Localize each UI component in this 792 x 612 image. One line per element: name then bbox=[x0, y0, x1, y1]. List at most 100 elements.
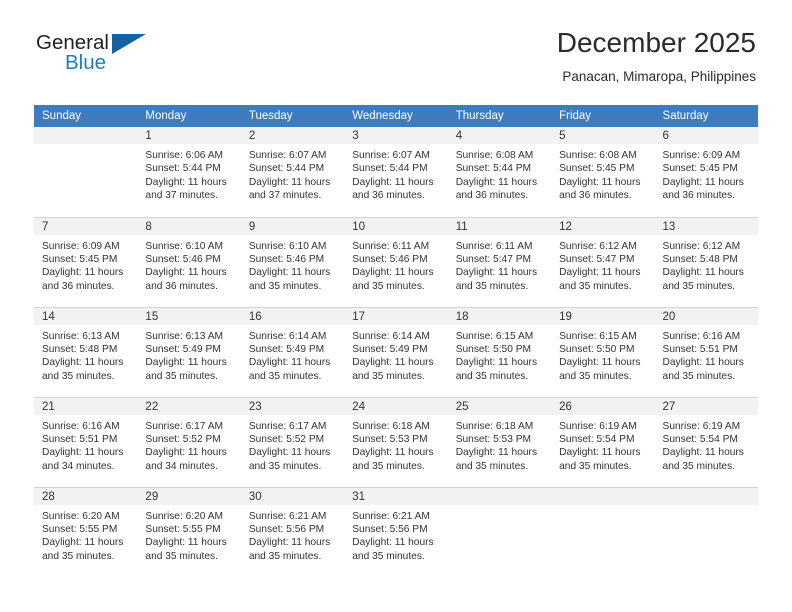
sunset-time: Sunset: 5:54 PM bbox=[662, 433, 738, 445]
calendar-day-cell[interactable]: 19 Sunrise: 6:15 AM Sunset: 5:50 PM Dayligh… bbox=[551, 306, 655, 397]
day-sun-info: Sunrise: 6:13 AM Sunset: 5:49 PM Daylight:… bbox=[137, 325, 240, 384]
daylight-duration-line2: and 37 minutes. bbox=[145, 190, 218, 202]
calendar-day-cell[interactable]: 23 Sunrise: 6:17 AM Sunset: 5:52 PM Dayligh… bbox=[240, 396, 345, 487]
calendar-day-cell[interactable]: 20 Sunrise: 6:16 AM Sunset: 5:51 PM Dayligh… bbox=[654, 306, 758, 397]
daylight-duration-line1: Daylight: 11 hours bbox=[662, 176, 744, 188]
calendar-day-cell[interactable]: 9 Sunrise: 6:10 AM Sunset: 5:46 PM Daylight… bbox=[240, 216, 345, 307]
weekday-header-monday: Monday bbox=[137, 105, 241, 127]
daylight-duration-line1: Daylight: 11 hours bbox=[455, 357, 538, 369]
calendar-day-cell[interactable]: 4 Sunrise: 6:08 AM Sunset: 5:44 PM Daylight… bbox=[447, 127, 552, 217]
day-number: 1 bbox=[137, 127, 241, 144]
day-sun-info: Sunrise: 6:20 AM Sunset: 5:55 PM Daylight:… bbox=[34, 505, 137, 564]
calendar-day-cell[interactable]: 27 Sunrise: 6:19 AM Sunset: 5:54 PM Dayligh… bbox=[654, 396, 758, 487]
sunset-time: Sunset: 5:51 PM bbox=[42, 433, 118, 445]
daylight-duration-line1: Daylight: 11 hours bbox=[559, 176, 641, 188]
day-number: 23 bbox=[240, 397, 345, 415]
sunrise-time: Sunrise: 6:13 AM bbox=[42, 330, 120, 342]
logo-triangle-icon bbox=[112, 34, 146, 54]
calendar-day-cell[interactable]: 14 Sunrise: 6:13 AM Sunset: 5:48 PM Dayligh… bbox=[34, 306, 138, 397]
day-number: 4 bbox=[447, 127, 552, 144]
day-number: 2 bbox=[240, 127, 345, 144]
daylight-duration-line1: Daylight: 11 hours bbox=[662, 357, 744, 369]
calendar-day-cell[interactable]: 1 Sunrise: 6:06 AM Sunset: 5:44 PM Daylight… bbox=[137, 127, 241, 217]
day-number: 7 bbox=[34, 217, 138, 235]
sunset-time: Sunset: 5:48 PM bbox=[42, 343, 118, 355]
calendar-day-cell[interactable]: 16 Sunrise: 6:14 AM Sunset: 5:49 PM Dayligh… bbox=[240, 306, 345, 397]
daylight-duration-line2: and 34 minutes. bbox=[42, 460, 115, 472]
sunset-time: Sunset: 5:49 PM bbox=[248, 343, 325, 355]
daylight-duration-line2: and 35 minutes. bbox=[145, 550, 218, 562]
daylight-duration-line1: Daylight: 11 hours bbox=[248, 537, 331, 549]
daylight-duration-line2: and 35 minutes. bbox=[559, 370, 632, 382]
calendar-day-cell[interactable]: 24 Sunrise: 6:18 AM Sunset: 5:53 PM Dayligh… bbox=[344, 396, 448, 487]
sunrise-time: Sunrise: 6:20 AM bbox=[42, 510, 120, 522]
calendar-day-cell[interactable]: 18 Sunrise: 6:15 AM Sunset: 5:50 PM Dayligh… bbox=[447, 306, 552, 397]
day-number: 11 bbox=[447, 217, 552, 235]
day-sun-info: Sunrise: 6:19 AM Sunset: 5:54 PM Daylight:… bbox=[551, 415, 654, 474]
daylight-duration-line2: and 35 minutes. bbox=[248, 460, 322, 472]
calendar-day-cell[interactable]: 10 Sunrise: 6:11 AM Sunset: 5:46 PM Dayligh… bbox=[344, 216, 448, 307]
sunrise-time: Sunrise: 6:15 AM bbox=[455, 330, 534, 342]
sunrise-time: Sunrise: 6:17 AM bbox=[145, 420, 224, 432]
daylight-duration-line2: and 35 minutes. bbox=[559, 460, 632, 472]
day-sun-info: Sunrise: 6:15 AM Sunset: 5:50 PM Daylight:… bbox=[448, 325, 551, 384]
daylight-duration-line2: and 35 minutes. bbox=[248, 370, 322, 382]
day-sun-info: Sunrise: 6:14 AM Sunset: 5:49 PM Daylight:… bbox=[241, 325, 344, 384]
day-number: 22 bbox=[137, 397, 241, 415]
day-sun-info: Sunrise: 6:20 AM Sunset: 5:55 PM Daylight:… bbox=[137, 505, 240, 564]
calendar-day-cell[interactable]: 15 Sunrise: 6:13 AM Sunset: 5:49 PM Dayligh… bbox=[137, 306, 241, 397]
sunrise-time: Sunrise: 6:11 AM bbox=[455, 240, 533, 252]
day-sun-info: Sunrise: 6:15 AM Sunset: 5:50 PM Daylight:… bbox=[551, 325, 654, 384]
daylight-duration-line2: and 35 minutes. bbox=[662, 370, 736, 382]
calendar-day-cell[interactable]: 25 Sunrise: 6:18 AM Sunset: 5:53 PM Dayligh… bbox=[447, 396, 552, 487]
calendar-week-row: 28 Sunrise: 6:20 AM Sunset: 5:55 PM Dayligh… bbox=[34, 486, 758, 577]
weekday-header-thursday: Thursday bbox=[447, 105, 552, 127]
calendar-week-row: 1 Sunrise: 6:06 AM Sunset: 5:44 PM Daylight… bbox=[34, 127, 758, 217]
day-number: 19 bbox=[551, 307, 655, 325]
sunrise-time: Sunrise: 6:08 AM bbox=[559, 150, 637, 161]
day-sun-info: Sunrise: 6:10 AM Sunset: 5:46 PM Daylight:… bbox=[241, 235, 344, 294]
sunset-time: Sunset: 5:49 PM bbox=[352, 343, 428, 355]
daylight-duration-line2: and 35 minutes. bbox=[662, 460, 736, 472]
sunset-time: Sunset: 5:55 PM bbox=[145, 523, 221, 535]
sunrise-time: Sunrise: 6:11 AM bbox=[352, 240, 430, 252]
sunrise-time: Sunrise: 6:19 AM bbox=[662, 420, 741, 432]
weekday-header-sunday: Sunday bbox=[34, 105, 138, 127]
sunset-time: Sunset: 5:53 PM bbox=[455, 433, 532, 445]
calendar-day-cell[interactable]: 28 Sunrise: 6:20 AM Sunset: 5:55 PM Dayligh… bbox=[34, 486, 138, 577]
day-number: 18 bbox=[447, 307, 552, 325]
calendar-week-row: 21 Sunrise: 6:16 AM Sunset: 5:51 PM Dayligh… bbox=[34, 396, 758, 487]
sunrise-time: Sunrise: 6:18 AM bbox=[352, 420, 430, 432]
calendar-day-cell[interactable]: 21 Sunrise: 6:16 AM Sunset: 5:51 PM Dayligh… bbox=[34, 396, 138, 487]
calendar-day-cell[interactable]: 11 Sunrise: 6:11 AM Sunset: 5:47 PM Dayligh… bbox=[447, 216, 552, 307]
calendar-day-cell[interactable]: 31 Sunrise: 6:21 AM Sunset: 5:56 PM Dayligh… bbox=[344, 486, 448, 577]
daylight-duration-line2: and 35 minutes. bbox=[455, 370, 529, 382]
daylight-duration-line1: Daylight: 11 hours bbox=[248, 357, 331, 369]
calendar-day-cell[interactable]: 13 Sunrise: 6:12 AM Sunset: 5:48 PM Dayligh… bbox=[654, 216, 758, 307]
calendar-day-cell[interactable]: 12 Sunrise: 6:12 AM Sunset: 5:47 PM Dayligh… bbox=[551, 216, 655, 307]
calendar-day-cell[interactable]: 3 Sunrise: 6:07 AM Sunset: 5:44 PM Daylight… bbox=[344, 127, 448, 217]
daylight-duration-line1: Daylight: 11 hours bbox=[145, 357, 227, 369]
calendar-day-cell[interactable]: 17 Sunrise: 6:14 AM Sunset: 5:49 PM Dayligh… bbox=[344, 306, 448, 397]
calendar-day-cell[interactable]: 5 Sunrise: 6:08 AM Sunset: 5:45 PM Daylight… bbox=[551, 127, 655, 217]
calendar-day-cell[interactable]: 22 Sunrise: 6:17 AM Sunset: 5:52 PM Dayligh… bbox=[137, 396, 241, 487]
calendar-day-cell[interactable]: 29 Sunrise: 6:20 AM Sunset: 5:55 PM Dayligh… bbox=[137, 486, 241, 577]
daylight-duration-line1: Daylight: 11 hours bbox=[352, 447, 434, 459]
daylight-duration-line1: Daylight: 11 hours bbox=[352, 357, 434, 369]
sunset-time: Sunset: 5:44 PM bbox=[145, 163, 221, 175]
sunrise-time: Sunrise: 6:10 AM bbox=[248, 240, 327, 252]
day-number: 28 bbox=[34, 487, 138, 505]
calendar-day-cell[interactable]: 6 Sunrise: 6:09 AM Sunset: 5:45 PM Daylight… bbox=[654, 127, 758, 217]
calendar-day-cell[interactable]: 2 Sunrise: 6:07 AM Sunset: 5:44 PM Daylight… bbox=[240, 127, 345, 217]
calendar-day-cell[interactable]: 30 Sunrise: 6:21 AM Sunset: 5:56 PM Dayligh… bbox=[240, 486, 345, 577]
day-number bbox=[551, 487, 655, 505]
sunset-time: Sunset: 5:45 PM bbox=[662, 163, 738, 175]
sunrise-time: Sunrise: 6:18 AM bbox=[455, 420, 534, 432]
calendar-day-cell[interactable]: 8 Sunrise: 6:10 AM Sunset: 5:46 PM Daylight… bbox=[137, 216, 241, 307]
calendar-day-cell[interactable]: 7 Sunrise: 6:09 AM Sunset: 5:45 PM Daylight… bbox=[34, 216, 138, 307]
general-blue-logo[interactable]: General Blue bbox=[36, 32, 156, 78]
day-sun-info: Sunrise: 6:08 AM Sunset: 5:45 PM Daylight:… bbox=[551, 144, 654, 203]
calendar-day-cell-empty bbox=[551, 486, 655, 577]
weekday-header-friday: Friday bbox=[551, 105, 655, 127]
calendar-day-cell[interactable]: 26 Sunrise: 6:19 AM Sunset: 5:54 PM Dayligh… bbox=[551, 396, 655, 487]
